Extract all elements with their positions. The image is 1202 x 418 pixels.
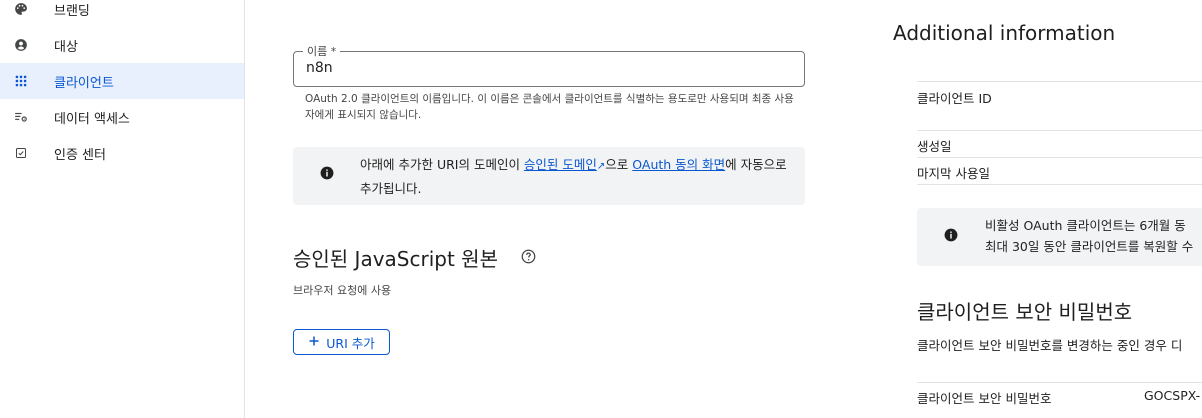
created-label: 생성일 [917, 139, 952, 154]
client-id-label: 클라이언트 ID [917, 91, 992, 106]
oauth-consent-screen-link[interactable]: OAuth 동의 화면 [632, 157, 725, 172]
client-secret-label: 클라이언트 보안 비밀번호 [917, 391, 1052, 406]
additional-info-title: Additional information [893, 21, 1116, 45]
sidebar-item-branding[interactable]: 브랜딩 [0, 0, 244, 27]
sidebar-item-label: 인증 센터 [54, 147, 106, 163]
name-input[interactable] [306, 60, 786, 76]
sidebar-item-label: 클라이언트 [54, 75, 114, 91]
inactive-client-warning: 비활성 OAuth 클라이언트는 6개월 동 최대 30일 동안 클라이언트를 … [917, 208, 1202, 266]
name-field-label: 이름 * [303, 43, 341, 59]
name-field[interactable] [293, 51, 805, 87]
info-text-part: 아래에 추가한 URI의 도메인이 [360, 157, 524, 172]
warning-text: 비활성 OAuth 클라이언트는 6개월 동 최대 30일 동안 클라이언트를 … [985, 215, 1202, 257]
add-uri-button[interactable]: URI 추가 [293, 329, 390, 355]
sidebar-item-label: 대상 [54, 39, 78, 55]
data-access-icon [14, 110, 28, 124]
sidebar-item-audience[interactable]: 대상 [0, 27, 244, 63]
sidebar: 브랜딩 대상 클라이언트 데이터 액세스 인증 센터 [0, 0, 245, 418]
info-icon [320, 165, 334, 184]
info-icon [944, 227, 958, 246]
main-content: 이름 * OAuth 2.0 클라이언트의 이름입니다. 이 이름은 콘솔에서 … [245, 0, 845, 418]
sidebar-item-label: 데이터 액세스 [54, 111, 130, 127]
info-text-part: 으로 [605, 157, 633, 172]
domain-info-box: 아래에 추가한 URI의 도메인이 승인된 도메인↗으로 OAuth 동의 화면… [293, 147, 805, 205]
warning-line: 최대 30일 동안 클라이언트를 복원할 수 [985, 239, 1194, 254]
divider [917, 184, 1202, 185]
divider [917, 130, 1202, 131]
divider [917, 81, 1202, 82]
add-uri-label: URI 추가 [326, 335, 375, 351]
sidebar-item-label: 브랜딩 [54, 3, 90, 19]
divider [917, 157, 1202, 158]
plus-icon [308, 335, 320, 350]
sidebar-item-verification[interactable]: 인증 센터 [0, 135, 244, 171]
client-secret-value: GOCSPX- [1144, 388, 1201, 403]
sidebar-item-data-access[interactable]: 데이터 액세스 [0, 99, 244, 135]
checkbox-icon [14, 146, 28, 160]
last-used-label: 마지막 사용일 [917, 166, 990, 181]
help-icon[interactable] [521, 249, 536, 268]
js-origins-title: 승인된 JavaScript 원본 [293, 247, 498, 271]
client-secret-description: 클라이언트 보안 비밀번호를 변경하는 중인 경우 디 [917, 338, 1183, 353]
grid-icon [14, 74, 28, 88]
warning-line: 비활성 OAuth 클라이언트는 6개월 동 [985, 218, 1186, 233]
account-circle-icon [14, 38, 28, 52]
sidebar-item-clients[interactable]: 클라이언트 [0, 63, 244, 99]
additional-info-panel: Additional information 클라이언트 ID 생성일 마지막 … [893, 0, 1202, 418]
domain-info-text: 아래에 추가한 URI의 도메인이 승인된 도메인↗으로 OAuth 동의 화면… [360, 154, 800, 200]
js-origins-subtitle: 브라우저 요청에 사용 [293, 284, 392, 297]
divider [917, 382, 1202, 383]
name-helper-text: OAuth 2.0 클라이언트의 이름입니다. 이 이름은 콘솔에서 클라이언트… [305, 93, 794, 121]
palette-icon [14, 2, 28, 16]
authorized-domains-link[interactable]: 승인된 도메인 [524, 157, 597, 172]
client-secret-title: 클라이언트 보안 비밀번호 [917, 300, 1133, 324]
